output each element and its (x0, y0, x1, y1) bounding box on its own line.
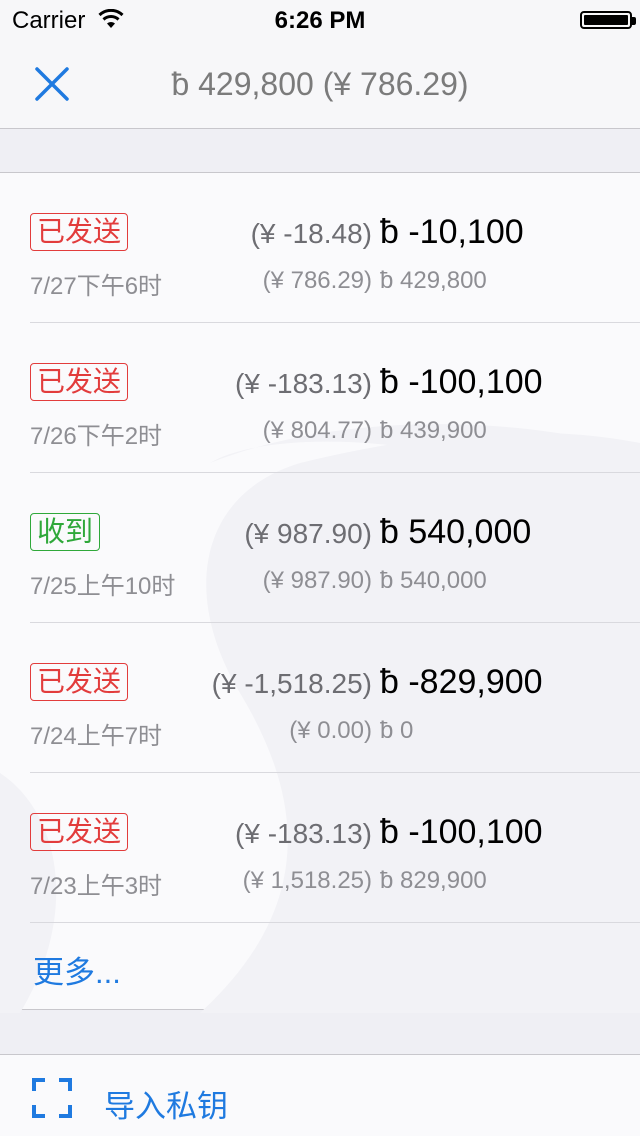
transaction-row[interactable]: 已发送 7/27下午6时 (¥ -18.48) ƀ -10,100 (¥ 786… (0, 173, 640, 323)
balance-fiat: (¥ 804.77) (262, 417, 372, 444)
balance-after: ƀ 540,000 (380, 567, 487, 594)
transaction-fiat-amount: (¥ 987.90) (244, 518, 372, 549)
balance-after: ƀ 429,800 (380, 267, 487, 294)
battery-icon (580, 11, 636, 29)
section-spacer (0, 129, 640, 173)
status-badge-sent: 已发送 (30, 363, 129, 401)
balance-after: ƀ 829,900 (380, 867, 487, 894)
balance-after: ƀ 439,900 (380, 417, 487, 444)
transaction-row[interactable]: 收到 7/25上午10时 (¥ 987.90) ƀ 540,000 (¥ 987… (0, 473, 640, 623)
status-badge-sent: 已发送 (30, 663, 129, 701)
transaction-date: 7/25上午10时 (30, 573, 176, 600)
transaction-date: 7/24上午7时 (30, 723, 163, 750)
transaction-amount: ƀ -829,900 (380, 663, 543, 701)
nav-bar: ƀ 429,800 (¥ 786.29) (0, 40, 640, 129)
transaction-date: 7/27下午6时 (30, 273, 163, 300)
transaction-list: 已发送 7/27下午6时 (¥ -18.48) ƀ -10,100 (¥ 786… (0, 173, 640, 1013)
transaction-row[interactable]: 已发送 7/24上午7时 (¥ -1,518.25) ƀ -829,900 (¥… (0, 623, 640, 773)
section-gap (0, 1010, 640, 1055)
transaction-fiat-amount: (¥ -183.13) (235, 818, 372, 849)
more-row: 更多... (0, 923, 640, 1009)
balance-after: ƀ 0 (380, 717, 414, 744)
transaction-date: 7/26下午2时 (30, 423, 163, 450)
status-badge-sent: 已发送 (30, 213, 129, 251)
balance-fiat: (¥ 1,518.25) (242, 867, 372, 894)
scan-icon (32, 1078, 72, 1123)
status-badge-sent: 已发送 (30, 813, 129, 851)
transaction-date: 7/23上午3时 (30, 873, 163, 900)
transaction-row[interactable]: 已发送 7/23上午3时 (¥ -183.13) ƀ -100,100 (¥ 1… (0, 773, 640, 923)
transaction-fiat-amount: (¥ -183.13) (235, 368, 372, 399)
status-badge-received: 收到 (30, 513, 101, 551)
balance-fiat: (¥ 987.90) (262, 567, 372, 594)
transaction-fiat-amount: (¥ -1,518.25) (211, 668, 372, 699)
import-private-key-label: 导入私钥 (104, 1089, 228, 1124)
nav-title-balance: ƀ 429,800 (¥ 786.29) (171, 66, 469, 102)
transaction-fiat-amount: (¥ -18.48) (250, 218, 372, 249)
transaction-amount: ƀ 540,000 (380, 513, 532, 551)
more-link[interactable]: 更多... (33, 947, 121, 992)
import-private-key-button[interactable]: 导入私钥 (0, 1055, 640, 1136)
status-bar: Carrier 6:26 PM (0, 0, 640, 40)
balance-fiat: (¥ 0.00) (289, 717, 372, 744)
transaction-row[interactable]: 已发送 7/26下午2时 (¥ -183.13) ƀ -100,100 (¥ 8… (0, 323, 640, 473)
transaction-amount: ƀ -10,100 (380, 213, 524, 251)
content-area: 已发送 7/27下午6时 (¥ -18.48) ƀ -10,100 (¥ 786… (0, 129, 640, 1136)
transaction-amount: ƀ -100,100 (380, 813, 543, 851)
balance-fiat: (¥ 786.29) (262, 267, 372, 294)
transaction-amount: ƀ -100,100 (380, 363, 543, 401)
status-time: 6:26 PM (274, 7, 366, 34)
